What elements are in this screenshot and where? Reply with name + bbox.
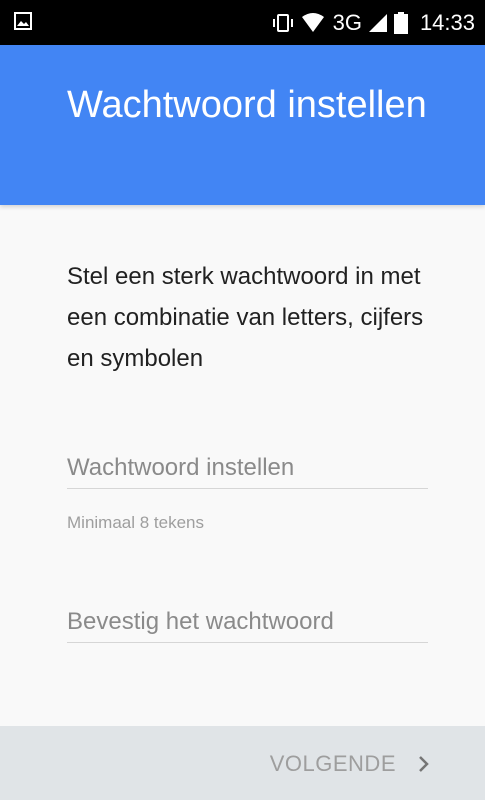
network-type: 3G [332, 9, 362, 35]
confirm-password-input[interactable] [67, 602, 428, 643]
image-icon [14, 12, 32, 30]
password-input[interactable] [67, 448, 428, 489]
battery-icon [393, 11, 408, 34]
status-time: 14:33 [419, 9, 475, 35]
wifi-icon [301, 12, 324, 32]
vibrate-icon [272, 13, 293, 32]
chevron-right-icon [419, 756, 429, 772]
bottom-navigation-bar: VOLGENDE [0, 726, 485, 800]
page-title: Wachtwoord instellen [67, 84, 427, 126]
header: Wachtwoord instellen [0, 45, 485, 205]
next-button[interactable]: VOLGENDE [270, 744, 430, 784]
status-bar: 3G 14:33 [0, 0, 485, 45]
next-button-label: VOLGENDE [269, 751, 396, 776]
description-text: Stel een sterk wachtwoord in met een com… [67, 263, 424, 372]
status-icons: 3G 14:33 [271, 0, 475, 45]
password-helper-text: Minimaal 8 tekens [67, 513, 205, 532]
cell-signal-icon [368, 13, 387, 32]
